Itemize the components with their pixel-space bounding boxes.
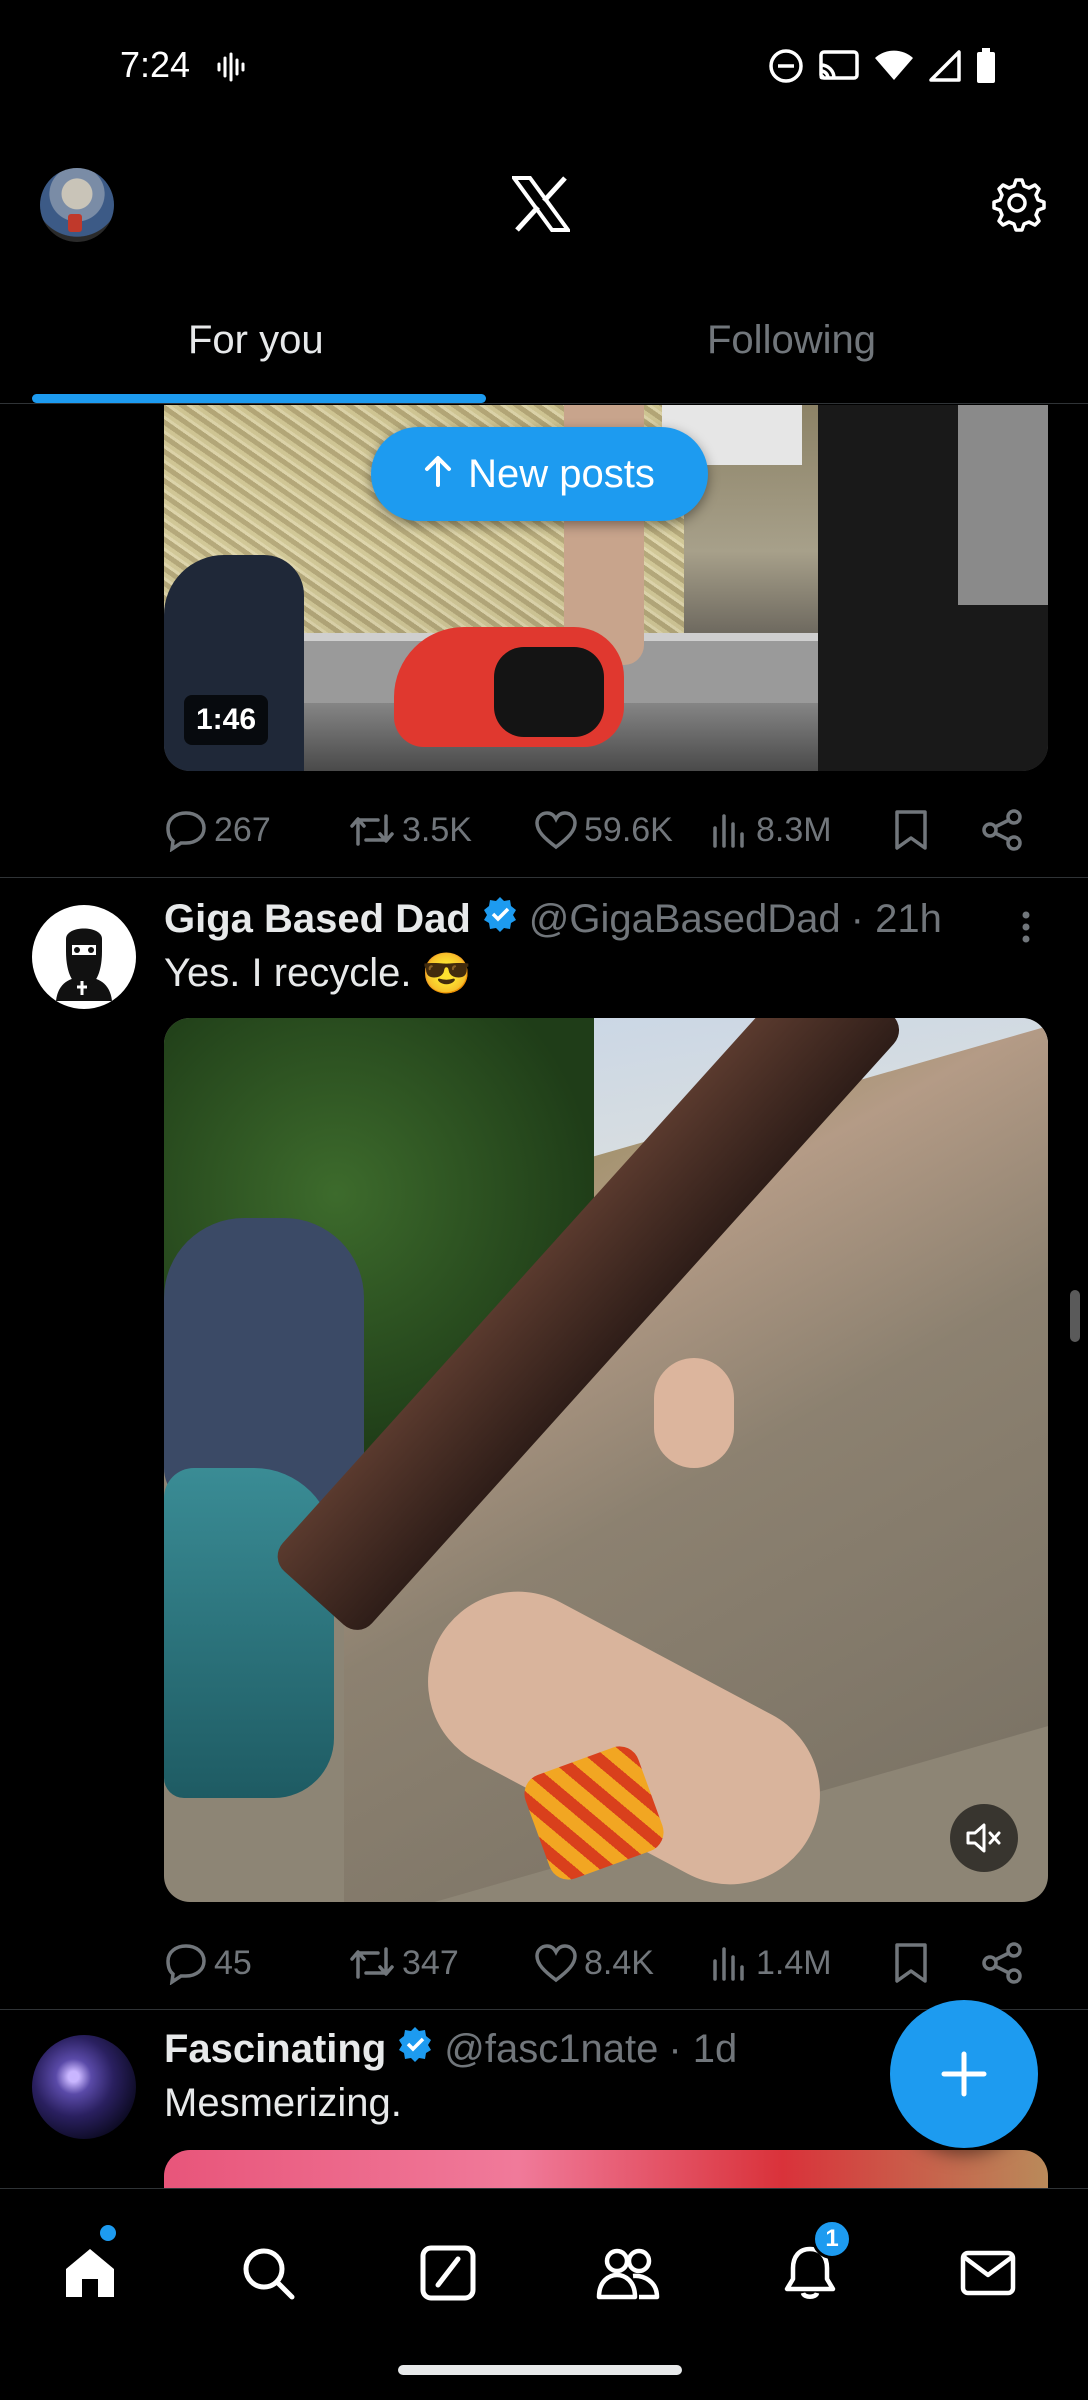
like-count: 59.6K — [584, 810, 673, 849]
post-actions: 267 3.5K 59.6K 8.3M — [164, 802, 1048, 858]
reply-icon — [166, 1944, 206, 1985]
author-handle[interactable]: @fasc1nate — [444, 2027, 658, 2072]
nav-messages[interactable] — [948, 2233, 1028, 2313]
status-time: 7:24 — [120, 44, 191, 85]
post-header: Fascinating @fasc1nate · 1d — [164, 2025, 737, 2073]
bookmark-button[interactable] — [892, 1941, 930, 1985]
repost-icon — [350, 1947, 394, 1979]
compose-post-button[interactable] — [890, 2000, 1038, 2148]
verified-badge-icon — [396, 2025, 434, 2073]
share-button[interactable] — [980, 808, 1024, 852]
repost-icon — [350, 814, 394, 846]
repost-button[interactable]: 347 — [348, 1941, 459, 1985]
author-handle[interactable]: @GigaBasedDad — [529, 897, 841, 942]
search-icon — [243, 2248, 295, 2300]
wifi-icon — [874, 50, 914, 87]
like-button[interactable]: 8.4K — [534, 1942, 654, 1984]
scrollbar-thumb[interactable] — [1070, 1290, 1080, 1342]
audio-wave-icon — [216, 52, 246, 87]
top-bar — [0, 160, 1088, 248]
reply-count: 45 — [214, 1943, 252, 1982]
like-count: 8.4K — [584, 1943, 654, 1982]
heart-icon — [535, 1944, 577, 1983]
author-avatar[interactable] — [32, 905, 136, 1009]
active-tab-indicator — [32, 394, 486, 403]
reply-button[interactable]: 267 — [164, 808, 271, 852]
nav-grok[interactable] — [408, 2233, 488, 2313]
view-count: 8.3M — [756, 810, 832, 849]
author-name[interactable]: Fascinating — [164, 2027, 386, 2072]
mute-button[interactable] — [950, 1804, 1018, 1872]
repost-count: 347 — [402, 1943, 459, 1982]
settings-gear-icon[interactable] — [988, 174, 1046, 237]
post-media[interactable] — [164, 2150, 1048, 2188]
video-duration: 1:46 — [184, 695, 269, 745]
post-divider — [0, 877, 1088, 878]
more-options-icon[interactable] — [1016, 907, 1036, 952]
muted-speaker-icon — [966, 1823, 1001, 1853]
timeline-tabs: For you Following — [0, 296, 1088, 404]
plus-icon — [941, 2051, 987, 2097]
status-bar: 7:24 — [0, 0, 1088, 135]
timeline-feed[interactable]: 1:46 New posts 267 3.5K 59.6K 8.3M Giga … — [0, 405, 1088, 2188]
share-icon — [982, 1942, 1022, 1984]
post-video[interactable] — [164, 1018, 1048, 1902]
grok-icon — [420, 2245, 476, 2301]
views-button[interactable]: 1.4M — [710, 1943, 832, 1983]
view-count: 1.4M — [756, 1943, 832, 1982]
bookmark-button[interactable] — [892, 808, 930, 852]
gesture-bar[interactable] — [398, 2365, 682, 2375]
mail-icon — [960, 2250, 1016, 2296]
bottom-navigation: 1 — [0, 2188, 1088, 2400]
post-actions: 45 347 8.4K 1.4M — [164, 1935, 1048, 1991]
battery-icon — [976, 48, 996, 89]
nav-communities[interactable] — [588, 2233, 668, 2313]
post-text: Mesmerizing. — [164, 2081, 402, 2126]
post-header: Giga Based Dad @GigaBasedDad · 21h — [164, 895, 942, 943]
home-new-indicator — [100, 2225, 116, 2241]
arrow-up-icon — [424, 452, 452, 497]
author-avatar[interactable] — [32, 2035, 136, 2139]
like-button[interactable]: 59.6K — [534, 809, 673, 851]
tab-following[interactable]: Following — [707, 318, 876, 363]
post-text: Yes. I recycle. 😎 — [164, 950, 471, 997]
new-posts-button[interactable]: New posts — [371, 427, 708, 521]
notifications-badge: 1 — [812, 2219, 852, 2259]
repost-button[interactable]: 3.5K — [348, 808, 472, 852]
views-icon — [713, 814, 744, 848]
nav-home[interactable] — [50, 2233, 130, 2313]
bookmark-icon — [895, 810, 927, 850]
bearded-man-icon — [36, 909, 132, 1005]
nav-search[interactable] — [228, 2233, 308, 2313]
sunglasses-emoji: 😎 — [421, 952, 472, 996]
cast-icon — [818, 49, 860, 88]
status-icons — [768, 48, 996, 89]
reply-icon — [166, 811, 206, 852]
reply-button[interactable]: 45 — [164, 1941, 252, 1985]
views-icon — [713, 1947, 744, 1981]
profile-avatar[interactable] — [40, 168, 114, 242]
views-button[interactable]: 8.3M — [710, 810, 832, 850]
new-posts-label: New posts — [468, 451, 655, 496]
repost-count: 3.5K — [402, 810, 472, 849]
home-icon — [66, 2249, 114, 2297]
post-time: · 21h — [850, 896, 942, 941]
author-name[interactable]: Giga Based Dad — [164, 897, 471, 942]
verified-badge-icon — [481, 895, 519, 943]
reply-count: 267 — [214, 810, 271, 849]
share-icon — [982, 809, 1022, 851]
heart-icon — [535, 811, 577, 850]
post-text-body: Yes. I recycle. — [164, 951, 412, 995]
communities-icon — [596, 2248, 660, 2300]
post-time: · 1d — [668, 2026, 738, 2071]
signal-icon — [928, 49, 962, 88]
bookmark-icon — [895, 1943, 927, 1983]
post-text-body: Mesmerizing. — [164, 2081, 402, 2125]
share-button[interactable] — [980, 1941, 1024, 1985]
x-logo-icon[interactable] — [510, 176, 572, 237]
do-not-disturb-icon — [768, 48, 804, 89]
tab-for-you[interactable]: For you — [188, 318, 324, 363]
